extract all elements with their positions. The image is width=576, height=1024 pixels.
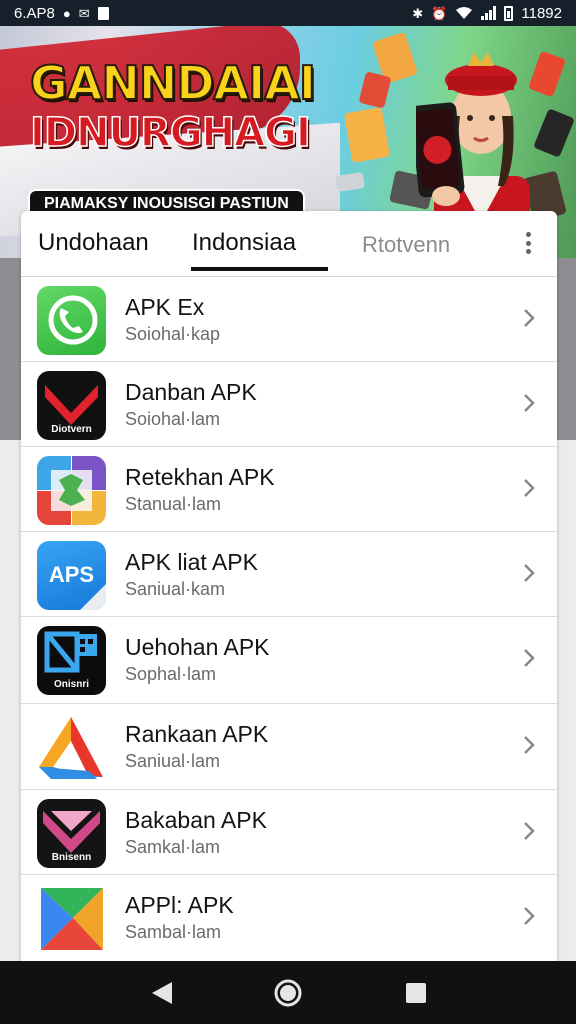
play-store-icon	[37, 884, 106, 953]
disc-icon: ●	[62, 5, 71, 21]
chevron-right-icon	[524, 394, 535, 412]
app-title: APK Ex	[125, 294, 205, 320]
app-title: Danban APK	[125, 379, 257, 405]
chevron-right-icon	[524, 649, 535, 667]
apps-text-icon: APS	[37, 541, 106, 610]
app-list-card: Undohaan Indonsiaa Rtotvenn APK Ex Soioh…	[21, 211, 557, 971]
active-tab-indicator	[191, 267, 328, 271]
app-title: Uehohan APK	[125, 634, 270, 660]
list-item[interactable]: Diotvern Danban APK Soiohal·lam	[21, 362, 557, 447]
more-options-icon[interactable]	[521, 232, 535, 254]
list-item[interactable]: Bnisenn Bakaban APK Samkal·lam	[21, 790, 557, 875]
wifi-icon	[456, 7, 473, 19]
app-title: Retekhan APK	[125, 464, 275, 490]
list-item[interactable]: APK Ex Soiohal·kap	[21, 277, 557, 362]
chevron-right-icon	[524, 736, 535, 754]
app-subtitle: Sophal·lam	[125, 664, 217, 684]
colorful-tiles-icon	[37, 456, 106, 525]
red-chevron-icon: Diotvern	[37, 371, 106, 440]
app-subtitle: Saniual·lam	[125, 751, 221, 771]
home-button[interactable]	[248, 961, 328, 1024]
tab-undohaan[interactable]: Undohaan	[38, 229, 149, 257]
list-item[interactable]: APS APK liat APK Saniual·kam	[21, 532, 557, 617]
app-icon-label: Onisnri	[53, 679, 89, 690]
chevron-right-icon	[524, 822, 535, 840]
app-subtitle: Samkal·lam	[125, 837, 221, 857]
status-left-text: 6.AP8	[14, 4, 55, 22]
app-subtitle: Soiohal·lam	[125, 409, 221, 429]
pink-heart-icon: Bnisenn	[37, 799, 106, 868]
chevron-right-icon	[524, 907, 535, 925]
app-icon-label: Diotvern	[51, 424, 92, 435]
recents-button[interactable]	[376, 961, 456, 1024]
tab-indonsiaa[interactable]: Indonsiaa	[192, 229, 296, 257]
list-item[interactable]: Retekhan APK Stanual·lam	[21, 447, 557, 532]
app-subtitle: Soiohal·kap	[125, 324, 221, 344]
tab-bar: Undohaan Indonsiaa Rtotvenn	[21, 211, 557, 277]
home-icon	[274, 979, 302, 1006]
chevron-right-icon	[524, 309, 535, 327]
app-title: APPl: APK	[125, 892, 234, 918]
banner-title-line1: GANNDAIAI	[29, 55, 317, 111]
app-subtitle: Sambal·lam	[125, 922, 222, 942]
sim-icon	[97, 6, 109, 20]
status-time: 11892	[521, 4, 562, 22]
chevron-right-icon	[524, 479, 535, 497]
bluetooth-icon: ✱	[412, 5, 424, 21]
app-title: APK liat APK	[125, 549, 258, 575]
signal-icon	[481, 6, 497, 20]
recents-icon	[406, 982, 426, 1003]
app-title: Rankaan APK	[125, 721, 269, 747]
list-item[interactable]: APPl: APK Sambal·lam	[21, 875, 557, 960]
back-icon	[152, 981, 172, 1004]
alarm-icon: ⏰	[431, 5, 448, 21]
triangle-arrow-icon	[37, 713, 106, 782]
app-subtitle: Saniual·kam	[125, 579, 226, 599]
tab-rtotvenn[interactable]: Rtotvenn	[362, 232, 450, 258]
status-bar: 6.AP8 ● ✉ ✱ ⏰ 11892	[0, 0, 576, 26]
banner-title-line2: IDNURGHAGI	[29, 109, 311, 157]
blue-grid-icon: Onisnri	[37, 626, 106, 695]
app-subtitle: Stanual·lam	[125, 494, 222, 514]
list-item[interactable]: Onisnri Uehohan APK Sophal·lam	[21, 617, 557, 704]
app-icon-label: Bnisenn	[51, 852, 92, 863]
app-title: Bakaban APK	[125, 807, 267, 833]
floating-card-decoration	[335, 172, 365, 192]
chevron-right-icon	[524, 564, 535, 582]
navigation-bar	[0, 961, 576, 1024]
screen: 6.AP8 ● ✉ ✱ ⏰ 11892 GANNDAIAI IDNURGHAGI…	[0, 0, 576, 1024]
battery-icon	[504, 5, 514, 21]
app-icon-label: APS	[48, 562, 95, 587]
app-list: APK Ex Soiohal·kap Diotvern Danban APK S…	[21, 277, 557, 960]
phone-call-icon	[37, 286, 106, 355]
floating-card-decoration	[358, 71, 392, 109]
status-right: ✱ ⏰ 11892	[412, 5, 562, 22]
message-icon: ✉	[78, 5, 90, 21]
list-item[interactable]: Rankaan APK Saniual·lam	[21, 704, 557, 790]
status-left: 6.AP8 ● ✉	[14, 5, 109, 22]
floating-card-decoration	[343, 107, 391, 163]
back-button[interactable]	[122, 961, 202, 1024]
